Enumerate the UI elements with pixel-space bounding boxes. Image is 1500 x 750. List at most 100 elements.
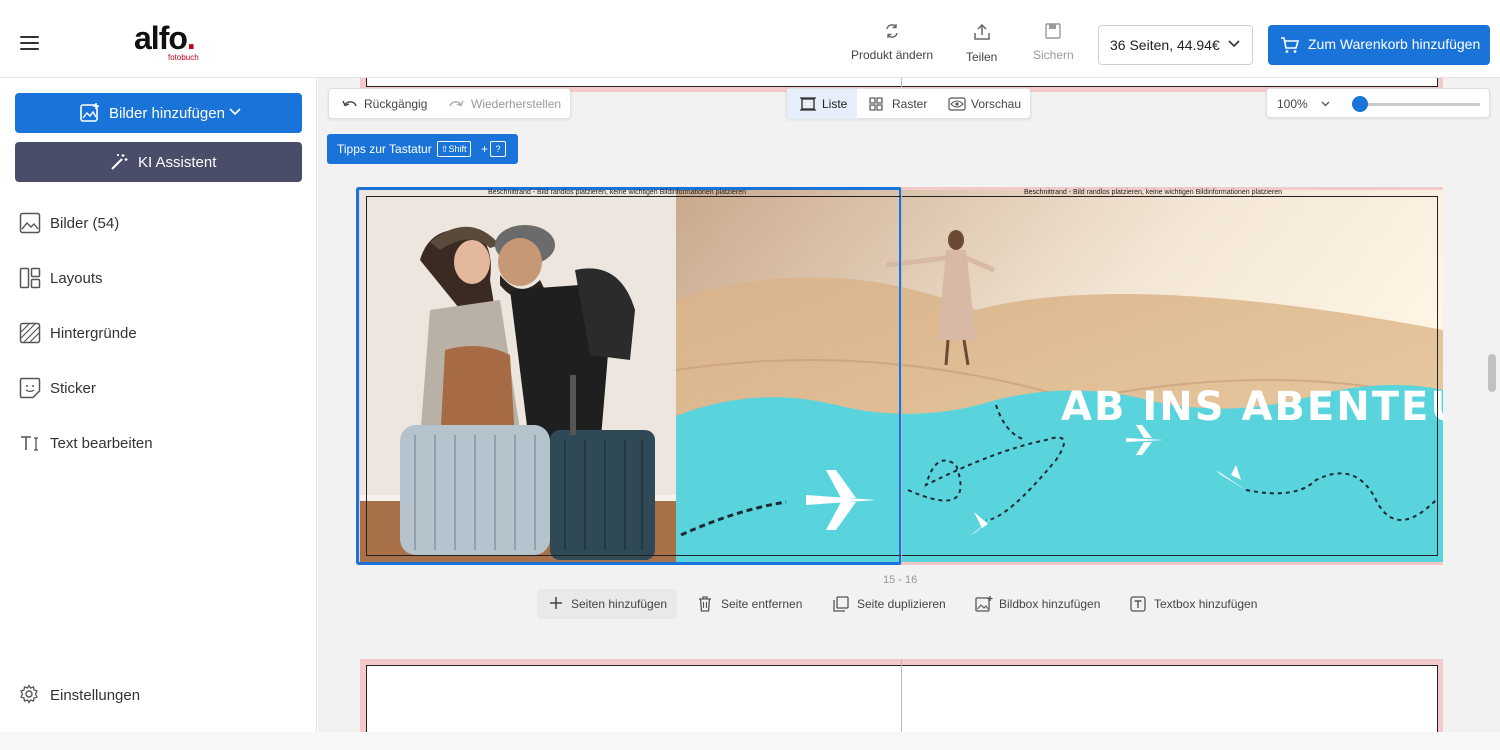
redo-button[interactable]: Wiederherstellen xyxy=(439,89,571,119)
save-label: Sichern xyxy=(1033,48,1074,62)
history-toolbar: Rückgängig Wiederherstellen xyxy=(328,88,571,119)
view-toolbar: Liste Raster Vorschau xyxy=(786,88,1031,119)
add-text-box-button[interactable]: Textbox hinzufügen xyxy=(1130,589,1260,619)
zoom-select[interactable]: 100% xyxy=(1267,89,1339,119)
list-view-icon xyxy=(800,97,816,111)
add-pages-button[interactable]: Seiten hinzufügen xyxy=(537,589,677,619)
change-product-button[interactable]: Produkt ändern xyxy=(851,22,933,62)
text-box-icon xyxy=(1130,596,1146,612)
save-icon xyxy=(1045,23,1062,39)
left-sidebar: Bilder hinzufügen KI Assistent Bilder (5… xyxy=(0,78,317,750)
share-label: Teilen xyxy=(966,50,998,64)
ai-assistant-label: KI Assistent xyxy=(138,154,217,171)
next-spread-inner xyxy=(366,665,1438,732)
sidebar-item-sticker[interactable]: Sticker xyxy=(19,377,299,401)
change-product-label: Produkt ändern xyxy=(851,48,934,62)
magic-wand-icon xyxy=(111,154,128,170)
duplicate-page-button[interactable]: Seite duplizieren xyxy=(833,589,948,619)
ai-assistant-button[interactable]: KI Assistent xyxy=(15,142,302,182)
background-icon xyxy=(19,322,41,344)
chevron-down-icon xyxy=(229,108,241,116)
bottom-strip xyxy=(0,732,1500,750)
preview-icon xyxy=(948,97,966,111)
bleed-note-left: Beschnittrand - Bild randlos platzieren,… xyxy=(488,189,746,196)
sidebar-item-label: Layouts xyxy=(50,270,103,287)
zoom-slider-handle[interactable] xyxy=(1352,96,1368,112)
sidebar-item-label: Text bearbeiten xyxy=(50,435,153,452)
grid-view-icon xyxy=(869,97,883,111)
view-preview-button[interactable]: Vorschau xyxy=(939,89,1031,119)
cart-icon xyxy=(1281,37,1300,53)
layout-icon xyxy=(19,267,41,289)
zoom-value: 100% xyxy=(1277,97,1308,111)
sidebar-item-label: Hintergründe xyxy=(50,325,137,342)
text-icon xyxy=(21,436,38,451)
add-pages-label: Seiten hinzufügen xyxy=(571,597,668,611)
next-spread-fold xyxy=(901,659,902,732)
keyboard-tips-button[interactable]: Tipps zur Tastatur ⇧Shift + ? xyxy=(327,134,518,164)
logo[interactable]: alfo. fotobuch xyxy=(134,20,199,62)
redo-icon xyxy=(449,100,464,107)
share-icon xyxy=(973,23,990,40)
remove-page-button[interactable]: Seite entfernen xyxy=(698,589,806,619)
chevron-down-icon xyxy=(1321,101,1330,107)
trash-icon xyxy=(699,596,711,612)
sidebar-item-layouts[interactable]: Layouts xyxy=(19,267,299,291)
view-list-button[interactable]: Liste xyxy=(787,89,857,119)
share-button[interactable]: Teilen xyxy=(966,22,997,64)
undo-button[interactable]: Rückgängig xyxy=(329,89,437,119)
logo-subtext: fotobuch xyxy=(168,53,199,62)
pages-price-select[interactable]: 36 Seiten, 44.94€ xyxy=(1098,25,1253,65)
view-grid-button[interactable]: Raster xyxy=(859,89,939,119)
duplicate-icon xyxy=(833,596,849,612)
zoom-slider-track[interactable] xyxy=(1360,103,1480,106)
image-icon xyxy=(19,212,41,234)
menu-icon[interactable] xyxy=(20,36,39,50)
add-to-cart-button[interactable]: Zum Warenkorb hinzufügen xyxy=(1268,25,1490,65)
sticker-icon xyxy=(19,377,41,399)
bleed-note-right: Beschnittrand - Bild randlos platzieren,… xyxy=(1024,189,1282,196)
keyboard-tips-label: Tipps zur Tastatur xyxy=(337,142,432,156)
gear-icon xyxy=(20,684,38,704)
add-image-box-label: Bildbox hinzufügen xyxy=(999,597,1101,611)
top-header: alfo. fotobuch Produkt ändern Teilen Sic… xyxy=(0,0,1500,78)
plus-icon xyxy=(550,597,562,609)
vertical-scrollbar[interactable] xyxy=(1488,354,1496,392)
add-image-icon xyxy=(80,103,99,122)
previous-spread-fold xyxy=(901,78,902,87)
undo-label: Rückgängig xyxy=(364,97,428,111)
logo-text: alfo xyxy=(134,20,188,56)
duplicate-page-label: Seite duplizieren xyxy=(857,597,946,611)
add-images-button[interactable]: Bilder hinzufügen xyxy=(15,93,302,133)
page-range-label: 15 - 16 xyxy=(883,574,918,586)
settings-label: Einstellungen xyxy=(50,687,141,704)
zoom-control: 100% xyxy=(1266,88,1490,118)
spread-fold-line xyxy=(901,187,902,565)
sidebar-item-label: Bilder (54) xyxy=(50,215,120,232)
redo-label: Wiederherstellen xyxy=(471,97,562,111)
sidebar-item-label: Sticker xyxy=(50,380,96,397)
view-grid-label: Raster xyxy=(892,97,928,111)
add-image-box-button[interactable]: Bildbox hinzufügen xyxy=(975,589,1103,619)
shift-key: ⇧Shift xyxy=(437,141,471,157)
settings-button[interactable]: Einstellungen xyxy=(19,684,299,708)
sidebar-item-images[interactable]: Bilder (54) xyxy=(19,212,299,236)
refresh-icon xyxy=(886,24,898,38)
add-images-label: Bilder hinzufügen xyxy=(109,105,225,122)
add-image-icon xyxy=(975,596,993,612)
add-text-box-label: Textbox hinzufügen xyxy=(1154,597,1258,611)
previous-spread-inner xyxy=(366,78,1438,87)
question-key: ? xyxy=(490,141,506,157)
save-button[interactable]: Sichern xyxy=(1033,22,1074,62)
view-list-label: Liste xyxy=(822,97,848,111)
sidebar-item-text[interactable]: Text bearbeiten xyxy=(19,432,299,456)
plus-sign: + xyxy=(481,142,489,156)
sidebar-item-backgrounds[interactable]: Hintergründe xyxy=(19,322,299,346)
pages-price-value: 36 Seiten, 44.94€ xyxy=(1110,37,1220,53)
undo-icon xyxy=(342,100,357,107)
chevron-down-icon xyxy=(1228,40,1240,48)
add-to-cart-label: Zum Warenkorb hinzufügen xyxy=(1308,36,1481,52)
remove-page-label: Seite entfernen xyxy=(721,597,803,611)
safe-area-box xyxy=(366,196,1438,556)
view-preview-label: Vorschau xyxy=(971,97,1022,111)
